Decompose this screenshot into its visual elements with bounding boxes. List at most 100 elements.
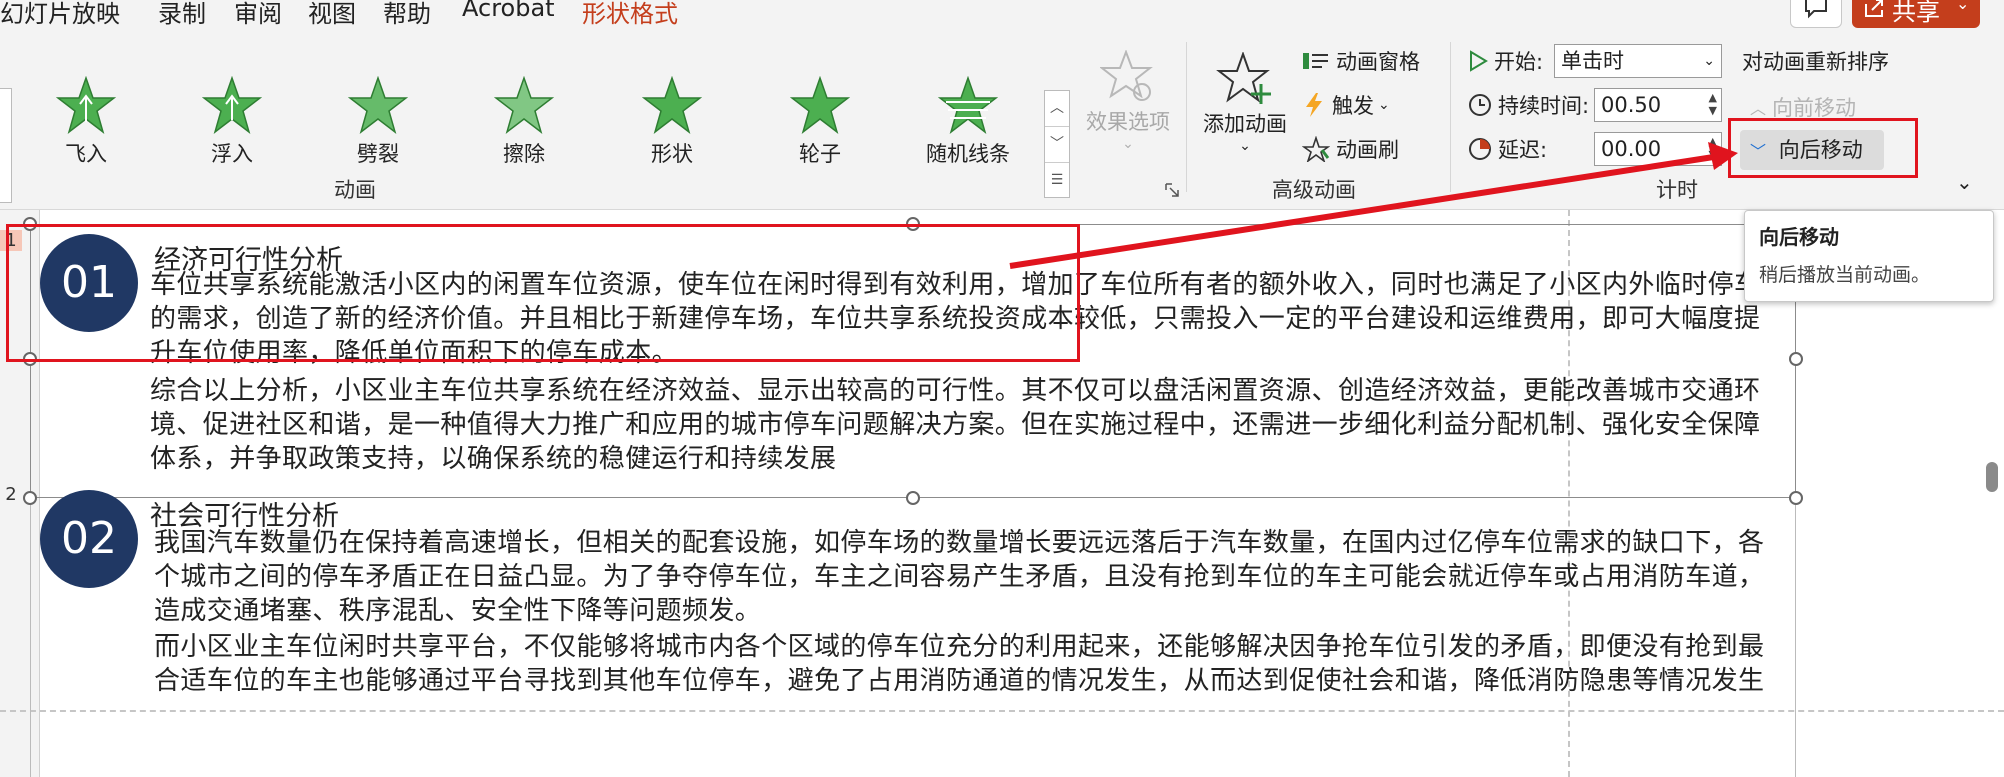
start-row: 开始: [1468,46,1543,76]
star-icon [56,76,116,134]
anim-label: 浮入 [211,142,253,166]
vertical-scrollbar-thumb[interactable] [1986,462,1998,492]
gallery-scrollbar[interactable]: ︿ ﹀ ☰ [1044,90,1070,198]
star-icon [202,76,262,134]
delay-input[interactable]: 00.00 ▲ ▼ [1594,132,1722,166]
anim-wheel[interactable]: 轮子 [760,66,880,184]
anim-label: 形状 [651,142,693,166]
anim-wipe[interactable]: 擦除 [464,66,584,184]
star-icon [938,76,998,134]
resize-handle[interactable] [1789,352,1803,366]
play-icon [1470,50,1488,72]
anim-random-bars[interactable]: 随机线条 [908,66,1028,184]
chevron-up-icon: ︿ [1750,99,1767,118]
start-select[interactable]: 单击时 ⌄ [1554,44,1722,78]
star-icon [348,76,408,134]
resize-handle[interactable] [906,491,920,505]
duration-value: 00.50 [1601,93,1662,117]
ribbon: 飞入 浮入 劈裂 擦除 形状 轮子 随机线条 ︿ ﹀ ☰ 效果选项 ⌄ 动画 添… [0,36,2004,210]
trigger-label: 触发 [1332,94,1374,118]
add-animation-button[interactable]: 添加动画 ⌄ [1194,52,1296,172]
resize-handle[interactable] [23,491,37,505]
star-icon [790,76,850,134]
animation-painter-button[interactable]: 动画刷 [1302,134,1399,164]
duration-row: 持续时间: [1468,90,1589,120]
chevron-up-icon[interactable]: ︿ [1045,91,1069,127]
comment-icon [1805,0,1827,19]
menu-review[interactable]: 审阅 [234,0,282,29]
powerpoint-window: 幻灯片放映 录制 审阅 视图 帮助 Acrobat 形状格式 共享 ⌄ 飞入 浮… [0,0,2004,777]
section-paragraph: 综合以上分析，小区业主车位共享系统在经济效益、显示出较高的可行性。其不仅可以盘活… [150,376,1761,474]
anim-split[interactable]: 劈裂 [318,66,438,184]
menu-acrobat[interactable]: Acrobat [462,0,555,22]
duration-label: 持续时间: [1498,94,1590,118]
chevron-down-icon[interactable]: ﹀ [1045,127,1069,163]
anim-shape[interactable]: 形状 [612,66,732,184]
group-label-advanced: 高级动画 [1272,178,1356,202]
spinner-icon[interactable]: ▲ ▼ [1709,135,1717,161]
delay-value: 00.00 [1601,137,1662,161]
menu-view[interactable]: 视图 [308,0,356,29]
clock-icon [1469,94,1491,116]
animation-pane-label: 动画窗格 [1336,50,1420,74]
anim-label: 随机线条 [926,142,1010,166]
effect-options-label: 效果选项 [1086,110,1170,134]
section-number-circle: 02 [40,490,138,588]
chevron-down-icon: ⌄ [1122,136,1134,152]
delay-row: 延迟: [1468,134,1547,164]
effect-options-button[interactable]: 效果选项 ⌄ [1078,48,1178,168]
menu-record[interactable]: 录制 [158,0,206,29]
share-icon [1865,0,1883,17]
comment-button[interactable] [1790,0,1842,28]
add-animation-icon [1216,52,1271,104]
group-label-timing: 计时 [1656,178,1698,202]
delay-label: 延迟: [1498,138,1548,162]
share-label: 共享 [1892,0,1940,26]
menu-slideshow[interactable]: 幻灯片放映 [0,0,120,29]
anim-float-in[interactable]: 浮入 [172,66,292,184]
anim-label: 轮子 [799,142,841,166]
add-animation-label: 添加动画 [1203,112,1287,136]
start-value: 单击时 [1561,49,1624,73]
animation-painter-label: 动画刷 [1336,138,1399,162]
lightning-icon [1306,93,1322,117]
section-paragraph: 而小区业主车位闲时共享平台，不仅能够将城市内各个区域的停车位充分的利用起来，还能… [154,632,1765,696]
trigger-button[interactable]: 触发 ⌄ [1302,90,1390,120]
chevron-down-icon: ⌄ [1703,53,1715,69]
start-label: 开始: [1494,50,1544,74]
menu-help[interactable]: 帮助 [383,0,431,29]
duration-input[interactable]: 00.50 ▲ ▼ [1594,88,1722,122]
star-gear-icon [1100,50,1153,101]
star-icon [494,76,554,134]
delay-clock-icon [1469,138,1491,160]
anim-label: 劈裂 [357,142,399,166]
chevron-down-icon[interactable]: ⌄ [1956,0,1969,13]
animation-pane-button[interactable]: 动画窗格 [1302,46,1420,76]
spinner-icon[interactable]: ▲ ▼ [1709,91,1717,117]
share-button[interactable]: 共享 ⌄ [1852,0,1980,28]
slide-editor: 1 2 01 经济可行性分析 车位共享系统能激活小区内的闲置车位资源，使车位在闲… [0,210,2004,777]
chevron-down-icon: ⌄ [1239,138,1251,154]
tooltip-title: 向后移动 [1759,225,1839,249]
reorder-label: 对动画重新排序 [1742,50,1889,74]
animation-painter-icon [1302,136,1330,162]
dialog-launcher-icon[interactable] [1164,182,1180,198]
anim-label: 擦除 [503,142,545,166]
gallery-more-icon[interactable]: ☰ [1045,163,1069,199]
collapse-ribbon-icon[interactable]: ⌄ [1956,170,1973,194]
anim-fly-in[interactable]: 飞入 [26,66,146,184]
resize-handle[interactable] [1789,491,1803,505]
menu-shape-format[interactable]: 形状格式 [582,0,678,29]
animation-pane-icon [1303,53,1328,69]
section-paragraph: 我国汽车数量仍在保持着高速增长，但相关的配套设施，如停车场的数量增长要远远落后于… [154,528,1765,626]
tooltip: 向后移动 稍后播放当前动画。 [1744,210,1994,302]
highlight-box [1728,118,1918,178]
tooltip-description: 稍后播放当前动画。 [1759,264,1931,286]
animation-order-tag[interactable]: 2 [0,484,22,505]
gallery-left-edge [0,88,12,203]
group-label-animation: 动画 [334,178,376,202]
chevron-down-icon: ⌄ [1378,97,1390,113]
anim-label: 飞入 [65,142,107,166]
menu-bar: 幻灯片放映 录制 审阅 视图 帮助 Acrobat 形状格式 共享 ⌄ [0,0,2004,36]
highlight-box [6,224,1080,362]
